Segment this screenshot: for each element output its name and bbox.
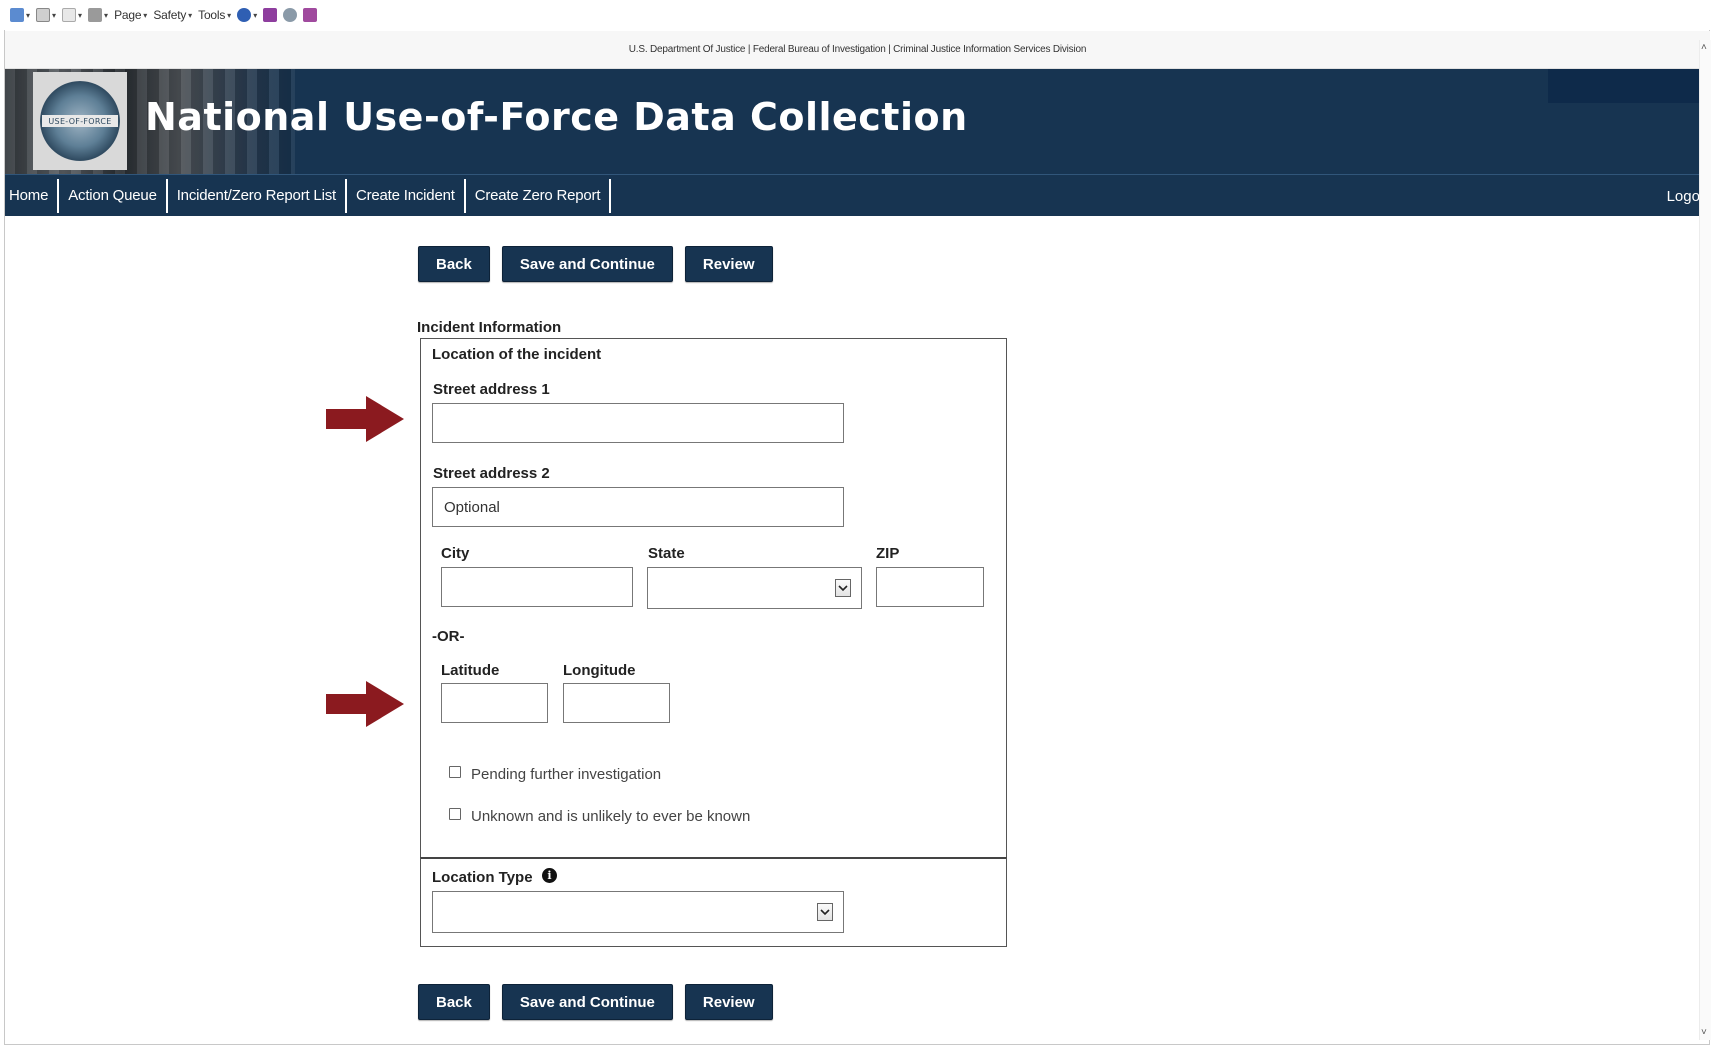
feeds-icon[interactable]: ▾ [36, 8, 56, 22]
section-title: Incident Information [417, 319, 562, 336]
page-menu[interactable]: Page ▾ [114, 8, 147, 22]
onenote-icon[interactable] [303, 8, 318, 22]
city-input[interactable] [441, 567, 633, 607]
banner-corner-block [1548, 69, 1710, 103]
pending-checkbox[interactable] [449, 766, 461, 778]
site-banner: USE-OF-FORCE National Use-of-Force Data … [5, 69, 1710, 174]
nav-action-queue[interactable]: Action Queue [59, 178, 168, 213]
location-type-label: Location Type [432, 869, 533, 886]
main-nav: Home Action Queue Incident/Zero Report L… [5, 174, 1710, 216]
review-button[interactable]: Review [684, 984, 773, 1020]
browser-command-bar: ▾ ▾ ▾ ▾ Page ▾ Safety ▾ Tools ▾ ▾ [0, 0, 1716, 30]
street1-label: Street address 1 [433, 381, 550, 398]
department-text: U.S. Department Of Justice | Federal Bur… [628, 44, 1087, 55]
nav-create-incident[interactable]: Create Incident [347, 178, 466, 213]
unknown-checkbox[interactable] [449, 808, 461, 820]
latitude-label: Latitude [441, 662, 500, 679]
top-button-row: Back Save and Continue Review [418, 246, 773, 282]
longitude-label: Longitude [563, 662, 636, 679]
help-icon[interactable]: ▾ [237, 8, 257, 22]
back-button[interactable]: Back [418, 246, 490, 282]
pending-label: Pending further investigation [471, 766, 662, 783]
logo-seal: USE-OF-FORCE [33, 72, 127, 170]
zip-input[interactable] [876, 567, 984, 607]
save-and-continue-button[interactable]: Save and Continue [501, 984, 673, 1020]
state-label: State [648, 545, 685, 562]
chevron-down-icon [817, 903, 833, 921]
arrow-right-icon [326, 681, 404, 727]
home-icon[interactable]: ▾ [10, 8, 30, 22]
nav-incident-zero-report-list[interactable]: Incident/Zero Report List [168, 178, 347, 213]
settings-icon[interactable] [283, 8, 298, 22]
scroll-down-icon[interactable]: ˅ [1701, 1027, 1707, 1038]
safety-menu[interactable]: Safety ▾ [153, 8, 192, 22]
nav-create-zero-report[interactable]: Create Zero Report [466, 178, 612, 213]
back-button[interactable]: Back [418, 984, 490, 1020]
zip-label: ZIP [876, 545, 900, 562]
chevron-down-icon [835, 579, 851, 597]
unknown-label: Unknown and is unlikely to ever be known [471, 808, 751, 825]
tools-menu[interactable]: Tools ▾ [198, 8, 231, 22]
location-legend: Location of the incident [432, 346, 602, 363]
latitude-input[interactable] [441, 683, 548, 723]
bottom-button-row: Back Save and Continue Review [418, 984, 773, 1020]
info-icon[interactable]: i [542, 868, 557, 883]
print-icon[interactable]: ▾ [88, 8, 108, 22]
street2-label: Street address 2 [433, 465, 550, 482]
city-label: City [441, 545, 470, 562]
scroll-up-icon[interactable]: ˄ [1701, 42, 1707, 53]
research-icon[interactable] [263, 8, 278, 22]
or-separator: -OR- [432, 628, 465, 645]
review-button[interactable]: Review [684, 246, 773, 282]
state-select[interactable] [647, 567, 862, 609]
mail-icon[interactable]: ▾ [62, 8, 82, 22]
save-and-continue-button[interactable]: Save and Continue [501, 246, 673, 282]
street2-input[interactable] [432, 487, 844, 527]
site-title: National Use-of-Force Data Collection [145, 95, 968, 139]
department-strip: U.S. Department Of Justice | Federal Bur… [5, 31, 1710, 69]
longitude-input[interactable] [563, 683, 670, 723]
arrow-right-icon [326, 396, 404, 442]
nav-home[interactable]: Home [5, 178, 60, 213]
location-type-select[interactable] [432, 891, 844, 933]
street1-input[interactable] [432, 403, 844, 443]
vertical-scrollbar[interactable]: ˄ ˅ [1699, 40, 1711, 1040]
